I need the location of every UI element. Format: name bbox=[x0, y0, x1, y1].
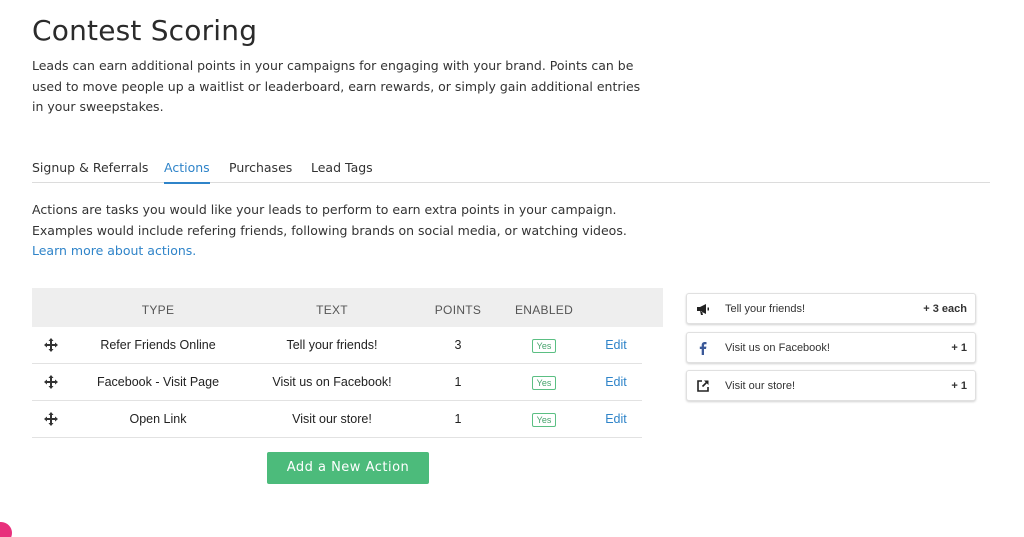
cell-type: Refer Friends Online bbox=[100, 338, 216, 352]
edit-button[interactable]: Edit bbox=[598, 401, 634, 437]
actions-table: TYPE TEXT POINTS ENABLED Refer Friends O… bbox=[32, 288, 663, 438]
enabled-badge[interactable]: Yes bbox=[531, 375, 557, 390]
cell-text: Visit our store! bbox=[292, 412, 372, 426]
table-row: Refer Friends Online Tell your friends! … bbox=[32, 327, 642, 364]
preview-action-text: Visit us on Facebook! bbox=[725, 342, 830, 354]
header-enabled: ENABLED bbox=[514, 303, 574, 317]
preview-action-card[interactable]: Tell your friends! + 3 each bbox=[686, 293, 976, 324]
cell-text: Tell your friends! bbox=[286, 338, 378, 352]
help-widget-button[interactable] bbox=[0, 522, 12, 537]
tab-purchases[interactable]: Purchases bbox=[229, 160, 292, 182]
page-title: Contest Scoring bbox=[32, 14, 258, 47]
learn-more-link[interactable]: Learn more about actions. bbox=[32, 243, 196, 258]
megaphone-icon bbox=[697, 304, 709, 315]
tab-actions[interactable]: Actions bbox=[164, 160, 210, 184]
preview-action-card[interactable]: Visit us on Facebook! + 1 bbox=[686, 332, 976, 363]
table-header: TYPE TEXT POINTS ENABLED bbox=[32, 288, 663, 327]
actions-description-text: Actions are tasks you would like your le… bbox=[32, 202, 627, 238]
preview-action-text: Tell your friends! bbox=[725, 303, 806, 315]
edit-button[interactable]: Edit bbox=[598, 364, 634, 400]
preview-action-points: + 3 each bbox=[923, 303, 967, 315]
preview-action-card[interactable]: Visit our store! + 1 bbox=[686, 370, 976, 401]
cell-enabled: Yes bbox=[508, 364, 580, 400]
tab-signup-referrals[interactable]: Signup & Referrals bbox=[32, 160, 148, 182]
move-icon[interactable] bbox=[44, 375, 58, 389]
cell-enabled: Yes bbox=[508, 401, 580, 437]
cell-type: Facebook - Visit Page bbox=[96, 375, 220, 389]
facebook-icon bbox=[699, 342, 707, 355]
enabled-badge[interactable]: Yes bbox=[531, 412, 557, 427]
preview-action-points: + 1 bbox=[951, 380, 967, 392]
header-text: TEXT bbox=[316, 303, 348, 317]
edit-button[interactable]: Edit bbox=[598, 327, 634, 363]
cell-points: 1 bbox=[454, 412, 462, 426]
table-row: Open Link Visit our store! 1 Yes Edit bbox=[32, 401, 642, 438]
external-link-icon bbox=[697, 380, 709, 392]
actions-description: Actions are tasks you would like your le… bbox=[32, 200, 652, 262]
add-new-action-button[interactable]: Add a New Action bbox=[267, 452, 429, 484]
move-icon[interactable] bbox=[44, 338, 58, 352]
cell-text: Visit us on Facebook! bbox=[272, 375, 392, 389]
cell-points: 3 bbox=[454, 338, 462, 352]
table-row: Facebook - Visit Page Visit us on Facebo… bbox=[32, 364, 642, 401]
header-type: TYPE bbox=[141, 303, 175, 317]
tab-bar: Signup & Referrals Actions Purchases Lea… bbox=[32, 152, 990, 184]
move-icon[interactable] bbox=[44, 412, 58, 426]
page-intro: Leads can earn additional points in your… bbox=[32, 58, 641, 114]
enabled-badge[interactable]: Yes bbox=[531, 338, 557, 353]
cell-enabled: Yes bbox=[508, 327, 580, 363]
cell-type: Open Link bbox=[129, 412, 187, 426]
header-points: POINTS bbox=[434, 303, 482, 317]
preview-action-text: Visit our store! bbox=[725, 380, 796, 392]
preview-action-points: + 1 bbox=[951, 342, 967, 354]
tab-lead-tags[interactable]: Lead Tags bbox=[311, 160, 373, 182]
cell-points: 1 bbox=[454, 375, 462, 389]
